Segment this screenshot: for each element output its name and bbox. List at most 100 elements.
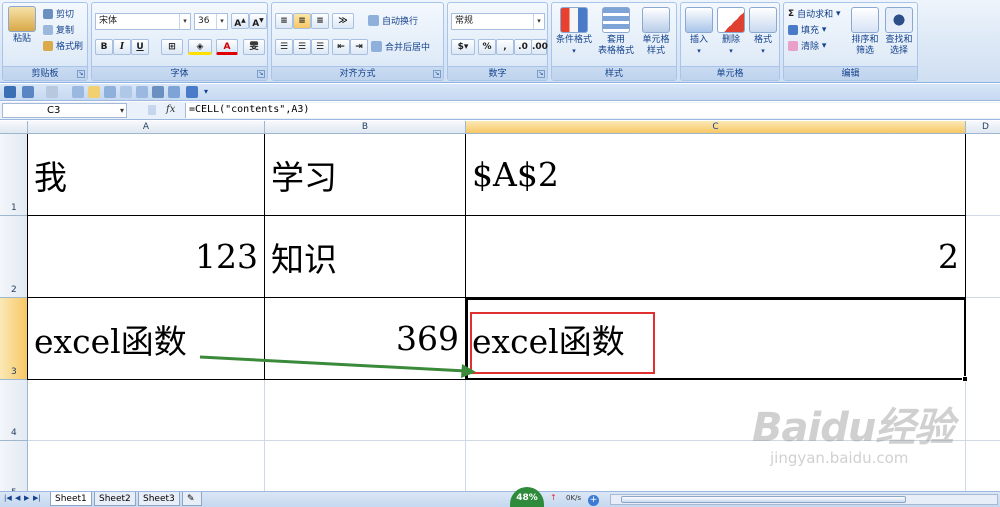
align-top-button[interactable]: ≡ xyxy=(275,13,293,29)
align-left-button[interactable]: ☰ xyxy=(275,39,293,55)
freeze-icon[interactable] xyxy=(168,86,180,98)
formula-input[interactable]: =CELL("contents",A3) xyxy=(185,103,1000,118)
paste-icon xyxy=(8,6,36,32)
insert-button[interactable]: 插入 ▾ xyxy=(683,7,715,57)
wrap-text-button[interactable]: 自动换行 xyxy=(368,14,418,27)
align-right-button[interactable]: ☰ xyxy=(311,39,329,55)
copy-icon xyxy=(43,24,53,35)
increase-indent-button[interactable]: ⇥ xyxy=(350,39,368,55)
table-format-icon xyxy=(602,7,630,33)
font-name-select[interactable]: 宋体 ▾ xyxy=(95,13,191,30)
name-box[interactable]: C3 ▾ xyxy=(2,103,127,118)
first-sheet-icon[interactable]: |◀ xyxy=(4,494,12,502)
clipboard-label: 剪贴板 xyxy=(3,66,87,80)
table-icon[interactable] xyxy=(136,86,148,98)
clipboard-launcher-icon[interactable]: ↘ xyxy=(77,70,85,78)
conditional-format-button[interactable]: 条件格式 ▾ xyxy=(554,7,594,57)
format-button[interactable]: 格式 ▾ xyxy=(747,7,779,57)
styles-label: 样式 xyxy=(552,66,676,80)
arrow-line xyxy=(199,355,467,373)
styles-group: 条件格式 ▾ 套用 表格格式 单元格 样式 样式 xyxy=(551,2,677,81)
formula-bar: C3 ▾ fx =CELL("contents",A3) xyxy=(0,102,1000,120)
font-color-button[interactable]: A xyxy=(216,39,238,55)
currency-button[interactable]: $▾ xyxy=(451,39,475,55)
watermark: Baidu经验 jingyan.baidu.com xyxy=(752,395,992,485)
fill-color-button[interactable]: ◈ xyxy=(188,39,212,55)
next-sheet-icon[interactable]: ▶ xyxy=(24,494,29,502)
italic-button[interactable]: I xyxy=(113,39,131,55)
sheet-tab-2[interactable]: Sheet2 xyxy=(94,492,136,506)
splitter-icon[interactable] xyxy=(148,105,156,115)
cut-button[interactable]: 剪切 xyxy=(43,7,74,20)
alignment-label: 对齐方式 xyxy=(272,66,443,80)
font-size-select[interactable]: 36 ▾ xyxy=(194,13,228,30)
phonetic-button[interactable]: 雯 xyxy=(243,39,265,55)
print-icon[interactable] xyxy=(104,86,116,98)
grow-font-button[interactable]: A▲ xyxy=(231,13,249,29)
conditional-format-icon xyxy=(560,7,588,33)
clipboard-group: 粘贴 剪切 复制 格式刷 剪贴板 ↘ xyxy=(2,2,88,81)
merge-center-button[interactable]: 合并后居中 xyxy=(371,40,430,53)
orientation-button[interactable]: ≫ xyxy=(332,13,354,29)
align-center-button[interactable]: ☰ xyxy=(293,39,311,55)
cell-styles-button[interactable]: 单元格 样式 xyxy=(636,7,676,57)
format-icon xyxy=(749,7,777,33)
font-label: 字体 xyxy=(92,66,267,80)
chart-icon[interactable] xyxy=(186,86,198,98)
increase-decimal-button[interactable]: .0 xyxy=(514,39,532,55)
save-icon[interactable] xyxy=(4,86,16,98)
grid-icon[interactable] xyxy=(152,86,164,98)
open-file-icon[interactable] xyxy=(88,86,100,98)
copy-button[interactable]: 复制 xyxy=(43,23,74,36)
autosum-button[interactable]: Σ 自动求和 ▾ xyxy=(788,7,841,21)
decrease-indent-button[interactable]: ⇤ xyxy=(332,39,350,55)
prev-sheet-icon[interactable]: ◀ xyxy=(15,494,20,502)
watermark-logo: Baidu经验 xyxy=(752,405,954,451)
number-group: 常规 ▾ $▾ % , .0 .00 数字 ↘ xyxy=(447,2,548,81)
cells-label: 单元格 xyxy=(681,66,779,80)
scroll-thumb[interactable] xyxy=(621,496,906,503)
alignment-launcher-icon[interactable]: ↘ xyxy=(433,70,441,78)
delete-button[interactable]: 删除 ▾ xyxy=(715,7,747,57)
sheet-tab-1[interactable]: Sheet1 xyxy=(50,492,92,506)
sheet-tab-bar: |◀ ◀ ▶ ▶| Sheet1 Sheet2 Sheet3 ✎ 48% ↑ 0… xyxy=(0,487,1000,507)
redo-icon[interactable] xyxy=(46,86,58,98)
number-launcher-icon[interactable]: ↘ xyxy=(537,70,545,78)
function-icon[interactable]: fx xyxy=(166,104,175,115)
upload-arrow-icon: ↑ xyxy=(550,493,557,502)
chevron-down-icon: ▾ xyxy=(216,14,227,29)
wrap-icon xyxy=(368,15,379,26)
plus-icon[interactable]: + xyxy=(588,495,599,506)
fill-button[interactable]: 填充 ▾ xyxy=(788,23,826,36)
number-format-select[interactable]: 常规 ▾ xyxy=(451,13,545,30)
preview-icon[interactable] xyxy=(120,86,132,98)
font-launcher-icon[interactable]: ↘ xyxy=(257,70,265,78)
sort-filter-button[interactable]: 排序和 筛选 xyxy=(848,7,882,57)
align-bottom-button[interactable]: ≡ xyxy=(311,13,329,29)
customize-qat-icon[interactable]: ▾ xyxy=(204,86,212,98)
clear-button[interactable]: 清除 ▾ xyxy=(788,39,826,52)
brush-icon xyxy=(43,40,53,51)
scissors-icon xyxy=(43,8,53,19)
percent-button[interactable]: % xyxy=(478,39,496,55)
shrink-font-button[interactable]: A▼ xyxy=(249,13,267,29)
find-select-button[interactable]: 查找和 选择 xyxy=(882,7,916,57)
format-as-table-button[interactable]: 套用 表格格式 xyxy=(596,7,636,57)
horizontal-scrollbar[interactable] xyxy=(610,494,998,505)
format-painter-button[interactable]: 格式刷 xyxy=(43,39,83,52)
last-sheet-icon[interactable]: ▶| xyxy=(33,494,41,502)
underline-button[interactable]: U xyxy=(131,39,149,55)
new-file-icon[interactable] xyxy=(72,86,84,98)
delete-icon xyxy=(717,7,745,33)
sheet-tab-3[interactable]: Sheet3 xyxy=(138,492,180,506)
decrease-decimal-button[interactable]: .00 xyxy=(531,39,548,55)
comma-button[interactable]: , xyxy=(496,39,514,55)
paste-button[interactable]: 粘贴 xyxy=(7,6,37,45)
border-button[interactable]: ⊞ xyxy=(161,39,183,55)
bold-button[interactable]: B xyxy=(95,39,113,55)
align-middle-button[interactable]: ≡ xyxy=(293,13,311,29)
alignment-group: ≡ ≡ ≡ ≫ 自动换行 ☰ ☰ ☰ ⇤ ⇥ 合并后居中 对齐方式 ↘ xyxy=(271,2,444,81)
watermark-url: jingyan.baidu.com xyxy=(770,449,909,467)
insert-sheet-icon[interactable]: ✎ xyxy=(182,492,202,506)
undo-icon[interactable] xyxy=(22,86,34,98)
